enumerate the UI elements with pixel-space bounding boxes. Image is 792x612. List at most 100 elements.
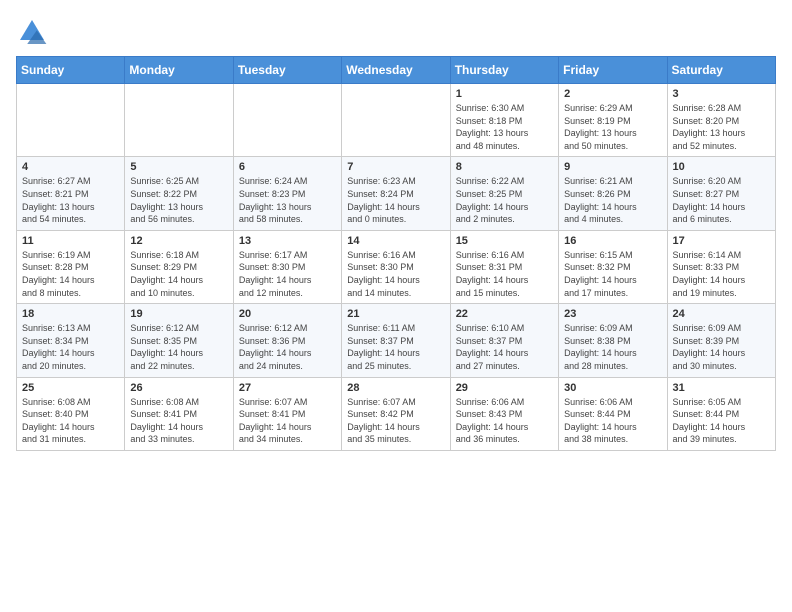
day-number: 28 [347, 382, 444, 394]
calendar-cell: 25 Sunrise: 6:08 AM Sunset: 8:40 PM Dayli… [17, 377, 125, 450]
day-number: 14 [347, 235, 444, 247]
day-number: 4 [22, 161, 119, 173]
day-number: 25 [22, 382, 119, 394]
calendar-cell: 6 Sunrise: 6:24 AM Sunset: 8:23 PM Daylig… [233, 157, 341, 230]
calendar-week-1: 1Sunrise: 6:30 AM Sunset: 8:18 PM Daylig… [17, 84, 776, 157]
day-info: Sunrise: 6:29 AM Sunset: 8:19 PM Dayligh… [564, 102, 661, 152]
day-number: 8 [456, 161, 553, 173]
day-info: Sunrise: 6:07 AM Sunset: 8:41 PM Dayligh… [239, 396, 336, 446]
day-info: Sunrise: 6:21 AM Sunset: 8:26 PM Dayligh… [564, 175, 661, 225]
day-number: 13 [239, 235, 336, 247]
day-number: 26 [130, 382, 227, 394]
calendar-cell: 1Sunrise: 6:30 AM Sunset: 8:18 PM Daylig… [450, 84, 558, 157]
calendar-cell: 18Sunrise: 6:13 AM Sunset: 8:34 PM Dayli… [17, 304, 125, 377]
day-number: 27 [239, 382, 336, 394]
calendar-table: SundayMondayTuesdayWednesdayThursdayFrid… [16, 56, 776, 451]
day-info: Sunrise: 6:06 AM Sunset: 8:44 PM Dayligh… [564, 396, 661, 446]
calendar-header-row: SundayMondayTuesdayWednesdayThursdayFrid… [17, 57, 776, 84]
day-info: Sunrise: 6:23 AM Sunset: 8:24 PM Dayligh… [347, 175, 444, 225]
day-number: 22 [456, 308, 553, 320]
day-info: Sunrise: 6:24 AM Sunset: 8:23 PM Dayligh… [239, 175, 336, 225]
calendar-cell [125, 84, 233, 157]
calendar-cell [342, 84, 450, 157]
col-header-monday: Monday [125, 57, 233, 84]
day-info: Sunrise: 6:10 AM Sunset: 8:37 PM Dayligh… [456, 322, 553, 372]
day-info: Sunrise: 6:18 AM Sunset: 8:29 PM Dayligh… [130, 249, 227, 299]
day-number: 21 [347, 308, 444, 320]
day-number: 1 [456, 88, 553, 100]
calendar-cell: 17 Sunrise: 6:14 AM Sunset: 8:33 PM Dayli… [667, 230, 775, 303]
day-number: 20 [239, 308, 336, 320]
day-number: 16 [564, 235, 661, 247]
day-number: 2 [564, 88, 661, 100]
day-info: Sunrise: 6:16 AM Sunset: 8:30 PM Dayligh… [347, 249, 444, 299]
calendar-cell: 22 Sunrise: 6:10 AM Sunset: 8:37 PM Dayli… [450, 304, 558, 377]
day-info: Sunrise: 6:12 AM Sunset: 8:36 PM Dayligh… [239, 322, 336, 372]
col-header-friday: Friday [559, 57, 667, 84]
day-number: 17 [673, 235, 770, 247]
calendar-cell: 26Sunrise: 6:08 AM Sunset: 8:41 PM Dayli… [125, 377, 233, 450]
calendar-cell: 19 Sunrise: 6:12 AM Sunset: 8:35 PM Dayli… [125, 304, 233, 377]
day-info: Sunrise: 6:13 AM Sunset: 8:34 PM Dayligh… [22, 322, 119, 372]
calendar-cell: 14 Sunrise: 6:16 AM Sunset: 8:30 PM Dayli… [342, 230, 450, 303]
page-header [16, 16, 776, 48]
calendar-cell: 12 Sunrise: 6:18 AM Sunset: 8:29 PM Dayli… [125, 230, 233, 303]
day-info: Sunrise: 6:17 AM Sunset: 8:30 PM Dayligh… [239, 249, 336, 299]
calendar-week-2: 4 Sunrise: 6:27 AM Sunset: 8:21 PM Daylig… [17, 157, 776, 230]
calendar-cell: 30Sunrise: 6:06 AM Sunset: 8:44 PM Dayli… [559, 377, 667, 450]
col-header-saturday: Saturday [667, 57, 775, 84]
day-info: Sunrise: 6:09 AM Sunset: 8:38 PM Dayligh… [564, 322, 661, 372]
day-info: Sunrise: 6:11 AM Sunset: 8:37 PM Dayligh… [347, 322, 444, 372]
day-info: Sunrise: 6:08 AM Sunset: 8:40 PM Dayligh… [22, 396, 119, 446]
calendar-cell: 29 Sunrise: 6:06 AM Sunset: 8:43 PM Dayli… [450, 377, 558, 450]
calendar-cell: 21 Sunrise: 6:11 AM Sunset: 8:37 PM Dayli… [342, 304, 450, 377]
day-info: Sunrise: 6:27 AM Sunset: 8:21 PM Dayligh… [22, 175, 119, 225]
day-number: 6 [239, 161, 336, 173]
day-info: Sunrise: 6:16 AM Sunset: 8:31 PM Dayligh… [456, 249, 553, 299]
day-info: Sunrise: 6:28 AM Sunset: 8:20 PM Dayligh… [673, 102, 770, 152]
calendar-cell: 28 Sunrise: 6:07 AM Sunset: 8:42 PM Dayli… [342, 377, 450, 450]
day-info: Sunrise: 6:12 AM Sunset: 8:35 PM Dayligh… [130, 322, 227, 372]
day-number: 10 [673, 161, 770, 173]
calendar-cell: 24Sunrise: 6:09 AM Sunset: 8:39 PM Dayli… [667, 304, 775, 377]
col-header-wednesday: Wednesday [342, 57, 450, 84]
calendar-cell: 13 Sunrise: 6:17 AM Sunset: 8:30 PM Dayli… [233, 230, 341, 303]
logo-icon [16, 16, 48, 48]
calendar-cell: 9 Sunrise: 6:21 AM Sunset: 8:26 PM Daylig… [559, 157, 667, 230]
day-number: 3 [673, 88, 770, 100]
day-number: 31 [673, 382, 770, 394]
calendar-cell [233, 84, 341, 157]
calendar-cell: 23 Sunrise: 6:09 AM Sunset: 8:38 PM Dayli… [559, 304, 667, 377]
calendar-cell: 15 Sunrise: 6:16 AM Sunset: 8:31 PM Dayli… [450, 230, 558, 303]
calendar-week-5: 25 Sunrise: 6:08 AM Sunset: 8:40 PM Dayli… [17, 377, 776, 450]
day-info: Sunrise: 6:14 AM Sunset: 8:33 PM Dayligh… [673, 249, 770, 299]
calendar-cell: 8Sunrise: 6:22 AM Sunset: 8:25 PM Daylig… [450, 157, 558, 230]
day-info: Sunrise: 6:25 AM Sunset: 8:22 PM Dayligh… [130, 175, 227, 225]
day-number: 9 [564, 161, 661, 173]
day-number: 23 [564, 308, 661, 320]
calendar-cell: 20 Sunrise: 6:12 AM Sunset: 8:36 PM Dayli… [233, 304, 341, 377]
calendar-cell: 5Sunrise: 6:25 AM Sunset: 8:22 PM Daylig… [125, 157, 233, 230]
day-number: 15 [456, 235, 553, 247]
calendar-week-4: 18Sunrise: 6:13 AM Sunset: 8:34 PM Dayli… [17, 304, 776, 377]
calendar-cell: 31 Sunrise: 6:05 AM Sunset: 8:44 PM Dayli… [667, 377, 775, 450]
day-number: 24 [673, 308, 770, 320]
day-info: Sunrise: 6:06 AM Sunset: 8:43 PM Dayligh… [456, 396, 553, 446]
day-number: 19 [130, 308, 227, 320]
day-info: Sunrise: 6:05 AM Sunset: 8:44 PM Dayligh… [673, 396, 770, 446]
day-info: Sunrise: 6:19 AM Sunset: 8:28 PM Dayligh… [22, 249, 119, 299]
calendar-cell: 16 Sunrise: 6:15 AM Sunset: 8:32 PM Dayli… [559, 230, 667, 303]
day-number: 12 [130, 235, 227, 247]
calendar-week-3: 11Sunrise: 6:19 AM Sunset: 8:28 PM Dayli… [17, 230, 776, 303]
day-info: Sunrise: 6:07 AM Sunset: 8:42 PM Dayligh… [347, 396, 444, 446]
calendar-cell: 11Sunrise: 6:19 AM Sunset: 8:28 PM Dayli… [17, 230, 125, 303]
calendar-cell: 27 Sunrise: 6:07 AM Sunset: 8:41 PM Dayli… [233, 377, 341, 450]
calendar-cell: 10 Sunrise: 6:20 AM Sunset: 8:27 PM Dayli… [667, 157, 775, 230]
col-header-sunday: Sunday [17, 57, 125, 84]
day-info: Sunrise: 6:20 AM Sunset: 8:27 PM Dayligh… [673, 175, 770, 225]
calendar-cell: 2 Sunrise: 6:29 AM Sunset: 8:19 PM Daylig… [559, 84, 667, 157]
day-info: Sunrise: 6:15 AM Sunset: 8:32 PM Dayligh… [564, 249, 661, 299]
calendar-cell: 3 Sunrise: 6:28 AM Sunset: 8:20 PM Daylig… [667, 84, 775, 157]
day-number: 29 [456, 382, 553, 394]
col-header-tuesday: Tuesday [233, 57, 341, 84]
